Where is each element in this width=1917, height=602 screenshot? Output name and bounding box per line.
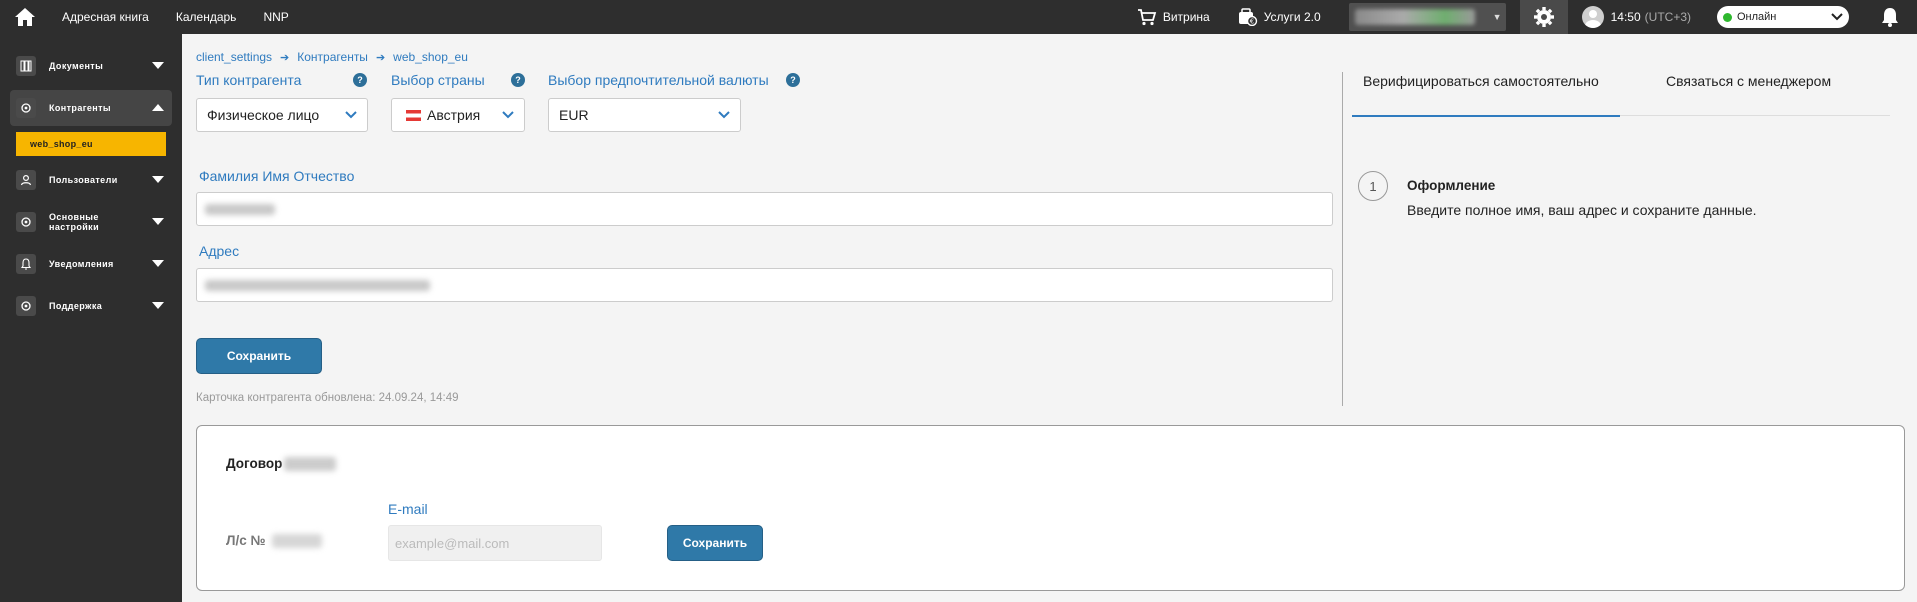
- home-icon[interactable]: [0, 0, 50, 34]
- tab-active-indicator: [1352, 115, 1620, 117]
- counterparty-type-value: Физическое лицо: [207, 107, 320, 123]
- address-label: Адрес: [199, 243, 240, 259]
- arrow-right-icon: ➔: [280, 51, 290, 64]
- contract-card: Договор Л/с № E-mail example@mail.com Со…: [196, 425, 1905, 591]
- sidebar-item-documents[interactable]: Документы: [10, 48, 172, 84]
- counterparty-type-select[interactable]: Физическое лицо: [196, 98, 368, 132]
- divider: [1342, 72, 1343, 406]
- contract-title-label: Договор: [226, 456, 283, 471]
- arrow-right-icon: ➔: [375, 51, 386, 64]
- avatar: [1581, 6, 1604, 28]
- services-link[interactable]: € Услуги 2.0: [1238, 8, 1321, 26]
- save-button[interactable]: Сохранить: [196, 338, 322, 374]
- chevron-down-icon: [502, 111, 514, 119]
- sidebar-item-counterparties[interactable]: Контрагенты: [10, 90, 172, 126]
- caret-down-icon: [152, 302, 164, 309]
- status-select[interactable]: Онлайн: [1717, 6, 1849, 28]
- breadcrumb: client_settings ➔ Контрагенты ➔ web_shop…: [196, 50, 468, 64]
- help-icon[interactable]: ?: [353, 73, 367, 87]
- account-number-label: Л/с №: [226, 533, 266, 548]
- account-value-blurred: [1354, 9, 1475, 25]
- sidebar-item-label: Пользователи: [49, 175, 118, 185]
- top-bar: Адресная книга Календарь NNP Витрина € У…: [0, 0, 1917, 34]
- bell-icon: [16, 254, 36, 274]
- breadcrumb-item[interactable]: client_settings: [196, 50, 272, 64]
- account-select[interactable]: ▼: [1348, 3, 1506, 31]
- svg-text:€: €: [1249, 18, 1253, 26]
- currency-value: EUR: [559, 107, 589, 123]
- country-value: Австрия: [427, 107, 481, 123]
- caret-down-icon: ▼: [1492, 12, 1502, 22]
- address-value-blurred: [205, 280, 430, 291]
- caret-down-icon: [152, 260, 164, 267]
- counterparty-type-label: Тип контрагента: [196, 72, 302, 88]
- caret-down-icon: [152, 62, 164, 69]
- caret-up-icon: [152, 104, 164, 111]
- austria-flag-icon: [406, 109, 421, 121]
- chevron-down-icon: [345, 111, 357, 119]
- breadcrumb-item[interactable]: Контрагенты: [297, 50, 368, 64]
- sidebar-item-main-settings[interactable]: Основные настройки: [10, 204, 172, 240]
- sidebar-item-label: Документы: [49, 61, 104, 71]
- help-icon[interactable]: ?: [511, 73, 525, 87]
- step-description: Введите полное имя, ваш адрес и сохранит…: [1407, 202, 1757, 218]
- chevron-down-icon: [718, 111, 730, 119]
- contract-title: Договор: [226, 456, 337, 471]
- email-label: E-mail: [388, 501, 428, 517]
- tab-verify-self[interactable]: Верифицироваться самостоятельно: [1363, 73, 1599, 89]
- vitrina-label: Витрина: [1162, 10, 1210, 24]
- contract-number-blurred: [284, 456, 337, 471]
- full-name-label: Фамилия Имя Отчество: [199, 168, 355, 184]
- cart-icon: [1137, 9, 1157, 26]
- notifications-bell-icon[interactable]: [1881, 7, 1899, 27]
- currency-label: Выбор предпочтительной валюты: [548, 72, 769, 88]
- user-icon: [16, 170, 36, 190]
- nav-calendar[interactable]: Календарь: [176, 10, 237, 24]
- sidebar-item-label: Основные настройки: [49, 212, 100, 232]
- address-input[interactable]: [196, 268, 1333, 302]
- sidebar-item-label: Уведомления: [49, 259, 114, 269]
- gear-icon: [16, 296, 36, 316]
- clock-utc: (UTC+3): [1644, 10, 1691, 24]
- currency-select[interactable]: EUR: [548, 98, 741, 132]
- full-name-value-blurred: [205, 204, 275, 215]
- help-icon[interactable]: ?: [786, 73, 800, 87]
- step-title: Оформление: [1407, 178, 1496, 193]
- vitrina-link[interactable]: Витрина: [1137, 8, 1210, 26]
- sidebar-item-users[interactable]: Пользователи: [10, 162, 172, 198]
- documents-icon: [16, 56, 36, 76]
- sidebar-item-support[interactable]: Поддержка: [10, 288, 172, 324]
- clock-time: 14:50: [1610, 10, 1641, 24]
- services-icon: €: [1238, 8, 1257, 26]
- full-name-input[interactable]: [196, 192, 1333, 226]
- sidebar-item-label: Контрагенты: [49, 103, 112, 113]
- updated-status-text: Карточка контрагента обновлена: 24.09.24…: [196, 392, 459, 404]
- country-label: Выбор страны: [391, 72, 485, 88]
- email-input[interactable]: example@mail.com: [388, 525, 602, 561]
- gear-icon: [16, 98, 36, 118]
- country-select[interactable]: Австрия: [391, 98, 525, 132]
- gear-icon: [16, 212, 36, 232]
- account-number: Л/с №: [226, 533, 322, 548]
- tab-contact-manager[interactable]: Связаться с менеджером: [1666, 73, 1831, 89]
- gear-icon: [1533, 7, 1554, 27]
- status-value: Онлайн: [1737, 11, 1777, 23]
- settings-button[interactable]: [1519, 0, 1568, 34]
- online-dot-icon: [1723, 12, 1732, 22]
- caret-down-icon: [152, 218, 164, 225]
- sidebar-item-notifications[interactable]: Уведомления: [10, 246, 172, 282]
- breadcrumb-item[interactable]: web_shop_eu: [393, 50, 468, 64]
- caret-down-icon: [152, 176, 164, 183]
- account-number-blurred: [271, 533, 322, 548]
- user-menu[interactable]: 14:50 (UTC+3): [1581, 6, 1691, 28]
- services-label: Услуги 2.0: [1263, 10, 1321, 24]
- chevron-down-icon: [1831, 13, 1843, 21]
- nav-address-book[interactable]: Адресная книга: [62, 10, 149, 24]
- step-number: 1: [1358, 171, 1388, 201]
- nav-nnp[interactable]: NNP: [263, 10, 288, 24]
- sidebar-item-label: Поддержка: [49, 301, 103, 311]
- contract-save-button[interactable]: Сохранить: [667, 525, 763, 561]
- sidebar: Документы Контрагенты web_shop_eu Пользо…: [0, 34, 182, 602]
- sidebar-subitem-web-shop-eu[interactable]: web_shop_eu: [16, 132, 166, 156]
